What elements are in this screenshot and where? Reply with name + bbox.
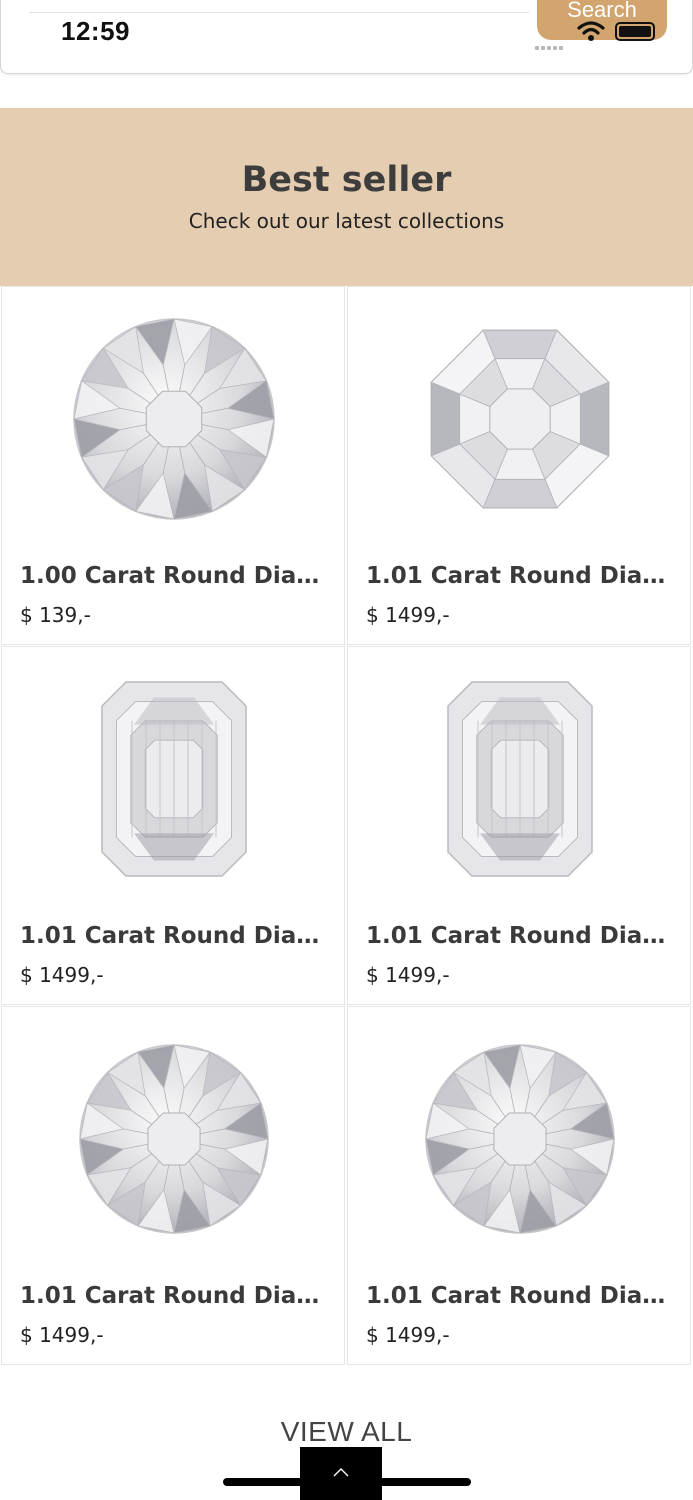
product-price: $ 1499,- (366, 963, 450, 987)
product-card[interactable]: 1.00 Carat Round Diamond $ 139,- (1, 286, 345, 645)
product-name[interactable]: 1.01 Carat Round Diamond (366, 923, 678, 949)
product-price: $ 1499,- (20, 1323, 104, 1347)
diamond-octagon-image[interactable] (348, 299, 692, 539)
status-icons (533, 20, 659, 50)
status-time: 12:59 (61, 16, 130, 46)
product-card[interactable]: 1.01 Carat Round Diamond $ 1499,- (1, 646, 345, 1005)
product-price: $ 1499,- (366, 603, 450, 627)
product-name[interactable]: 1.01 Carat Round Diamond (366, 1283, 678, 1309)
diamond-emerald-image[interactable] (2, 659, 346, 899)
best-seller-banner: Best seller Check out our latest collect… (0, 108, 693, 286)
diamond-illustration (425, 1044, 615, 1234)
product-card[interactable]: 1.01 Carat Round Diamond $ 1499,- (347, 646, 691, 1005)
view-all-link[interactable]: VIEW ALL (0, 1416, 693, 1448)
product-name[interactable]: 1.01 Carat Round Diamond (20, 1283, 332, 1309)
diamond-round-image[interactable] (348, 1019, 692, 1259)
header-card: 12:59 Search (0, 0, 693, 74)
product-grid: 1.00 Carat Round Diamond $ 139,- 1.01 Ca… (0, 286, 693, 1366)
banner-title: Best seller (241, 160, 452, 200)
product-name[interactable]: 1.00 Carat Round Diamond (20, 563, 332, 589)
product-name[interactable]: 1.01 Carat Round Diamond (366, 563, 678, 589)
product-name[interactable]: 1.01 Carat Round Diamond (20, 923, 332, 949)
diamond-illustration (447, 681, 593, 877)
product-price: $ 1499,- (20, 963, 104, 987)
diamond-illustration (73, 318, 275, 520)
product-card[interactable]: 1.01 Carat Round Diamond $ 1499,- (1, 1006, 345, 1365)
scroll-to-top-button[interactable] (300, 1447, 382, 1500)
banner-subtitle: Check out our latest collections (188, 209, 505, 233)
product-price: $ 1499,- (366, 1323, 450, 1347)
product-card[interactable]: 1.01 Carat Round Diamond $ 1499,- (347, 1006, 691, 1365)
battery-icon (615, 22, 655, 41)
divider (29, 12, 529, 13)
chevron-up-icon (333, 1468, 349, 1477)
diamond-round-image[interactable] (2, 1019, 346, 1259)
diamond-illustration (79, 1044, 269, 1234)
diamond-emerald-image[interactable] (348, 659, 692, 899)
diamond-round-image[interactable] (2, 299, 346, 539)
product-card[interactable]: 1.01 Carat Round Diamond $ 1499,- (347, 286, 691, 645)
diamond-illustration (101, 681, 247, 877)
product-price: $ 139,- (20, 603, 91, 627)
diamond-illustration (430, 329, 610, 509)
signal-icon (535, 35, 565, 54)
wifi-icon (577, 21, 605, 41)
